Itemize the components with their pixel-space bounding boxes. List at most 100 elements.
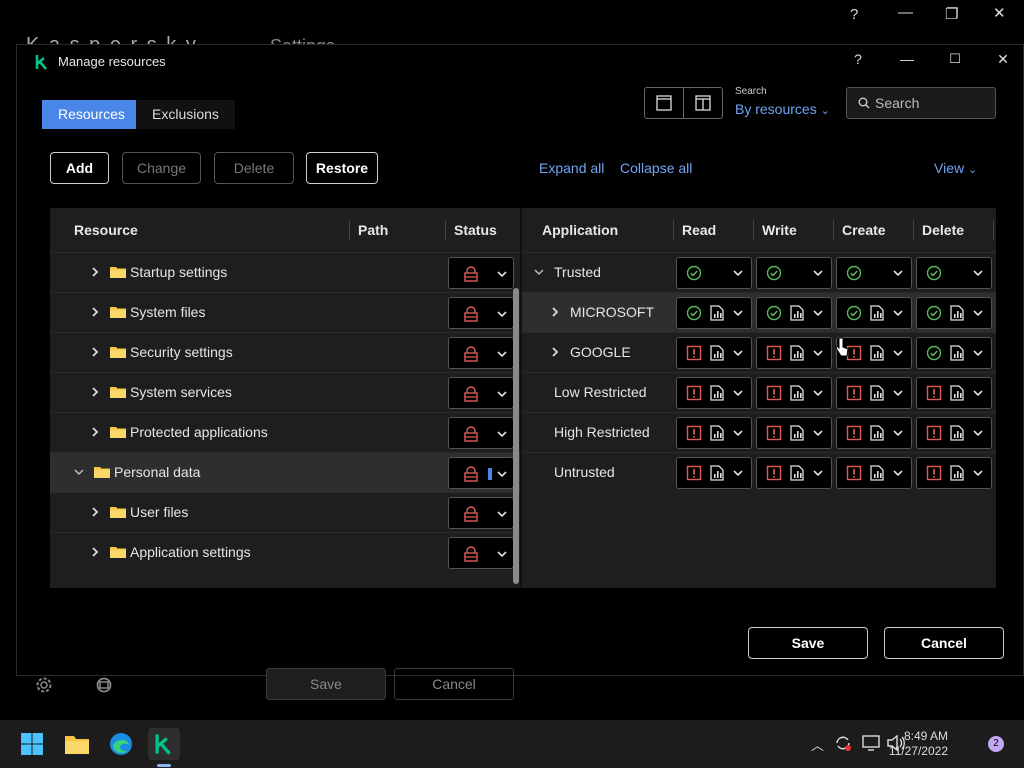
application-row[interactable]: MICROSOFT	[522, 292, 996, 332]
create-permission-dropdown[interactable]	[836, 417, 912, 449]
status-dropdown[interactable]	[448, 497, 514, 529]
gear-icon[interactable]	[35, 676, 53, 694]
create-permission-dropdown[interactable]	[836, 377, 912, 409]
tab-resources[interactable]: Resources	[42, 100, 141, 129]
search-by-dropdown[interactable]: By resources ⌄	[735, 101, 830, 117]
column-header-resource[interactable]: Resource	[74, 208, 138, 252]
chevron-down-icon[interactable]	[74, 465, 84, 479]
chevron-right-icon[interactable]	[550, 345, 560, 359]
search-input[interactable]: Search	[846, 87, 996, 119]
write-permission-dropdown[interactable]	[756, 297, 832, 329]
column-header-read[interactable]: Read	[682, 208, 716, 252]
column-header-status[interactable]: Status	[454, 208, 497, 252]
chevron-right-icon[interactable]	[550, 305, 560, 319]
background-minimize-button[interactable]: —	[898, 4, 913, 21]
application-row[interactable]: High Restricted	[522, 412, 996, 452]
application-row[interactable]: Low Restricted	[522, 372, 996, 412]
background-cancel-button[interactable]: Cancel	[394, 668, 514, 700]
delete-permission-dropdown[interactable]	[916, 337, 992, 369]
chevron-right-icon[interactable]	[90, 505, 100, 519]
status-dropdown[interactable]	[448, 417, 514, 449]
resource-row[interactable]: System files	[50, 292, 520, 332]
add-button[interactable]: Add	[50, 152, 109, 184]
resource-row[interactable]: Personal data	[50, 452, 520, 492]
status-dropdown[interactable]	[448, 337, 514, 369]
sync-icon[interactable]	[834, 734, 852, 752]
resource-row[interactable]: Startup settings	[50, 252, 520, 292]
system-clock[interactable]: 8:49 AM 11/27/2022	[889, 729, 948, 759]
network-icon[interactable]	[861, 734, 881, 752]
file-explorer-button[interactable]	[61, 728, 93, 760]
status-dropdown[interactable]	[448, 457, 514, 489]
read-permission-dropdown[interactable]	[676, 297, 752, 329]
edge-browser-button[interactable]	[105, 728, 137, 760]
resource-row[interactable]: System services	[50, 372, 520, 412]
background-close-button[interactable]: ✕	[993, 4, 1006, 22]
resource-row[interactable]: Application settings	[50, 532, 520, 572]
chevron-right-icon[interactable]	[90, 425, 100, 439]
restore-button[interactable]: Restore	[306, 152, 378, 184]
read-permission-dropdown[interactable]	[676, 457, 752, 489]
start-button[interactable]	[16, 728, 48, 760]
split-pane-view-button[interactable]	[684, 88, 722, 118]
read-permission-dropdown[interactable]	[676, 377, 752, 409]
chevron-right-icon[interactable]	[90, 385, 100, 399]
support-icon[interactable]	[95, 676, 113, 694]
background-help-button[interactable]: ?	[850, 6, 858, 23]
resource-tree-scrollbar[interactable]	[513, 288, 519, 584]
single-pane-view-button[interactable]	[645, 88, 684, 118]
create-permission-dropdown[interactable]	[836, 457, 912, 489]
column-header-delete[interactable]: Delete	[922, 208, 964, 252]
chevron-right-icon[interactable]	[90, 545, 100, 559]
delete-permission-dropdown[interactable]	[916, 257, 992, 289]
chevron-right-icon[interactable]	[90, 265, 100, 279]
column-header-application[interactable]: Application	[542, 208, 618, 252]
chevron-down-icon[interactable]	[534, 265, 544, 279]
notification-badge[interactable]: 2	[988, 736, 1004, 752]
minimize-button[interactable]: —	[892, 51, 922, 67]
read-permission-dropdown[interactable]	[676, 257, 752, 289]
resource-row[interactable]: User files	[50, 492, 520, 532]
delete-permission-dropdown[interactable]	[916, 297, 992, 329]
read-permission-dropdown[interactable]	[676, 337, 752, 369]
delete-permission-dropdown[interactable]	[916, 417, 992, 449]
background-maximize-button[interactable]: ❐	[945, 5, 958, 23]
chevron-right-icon[interactable]	[90, 305, 100, 319]
cancel-button[interactable]: Cancel	[884, 627, 1004, 659]
chevron-right-icon[interactable]	[90, 345, 100, 359]
help-button[interactable]: ?	[843, 51, 873, 67]
delete-button[interactable]: Delete	[214, 152, 294, 184]
expand-all-link[interactable]: Expand all	[539, 160, 604, 176]
resource-row[interactable]: Protected applications	[50, 412, 520, 452]
background-save-button[interactable]: Save	[266, 668, 386, 700]
write-permission-dropdown[interactable]	[756, 377, 832, 409]
application-row[interactable]: Trusted	[522, 252, 996, 292]
status-dropdown[interactable]	[448, 297, 514, 329]
application-row[interactable]: Untrusted	[522, 452, 996, 492]
column-header-path[interactable]: Path	[358, 208, 388, 252]
status-dropdown[interactable]	[448, 537, 514, 569]
chevron-up-icon[interactable]: ︿	[811, 735, 824, 754]
resource-row[interactable]: Security settings	[50, 332, 520, 372]
write-permission-dropdown[interactable]	[756, 457, 832, 489]
delete-permission-dropdown[interactable]	[916, 457, 992, 489]
application-row[interactable]: GOOGLE	[522, 332, 996, 372]
status-dropdown[interactable]	[448, 257, 514, 289]
change-button[interactable]: Change	[122, 152, 201, 184]
view-menu[interactable]: View ⌄	[934, 160, 977, 176]
collapse-all-link[interactable]: Collapse all	[620, 160, 692, 176]
create-permission-dropdown[interactable]	[836, 257, 912, 289]
kaspersky-taskbar-button[interactable]	[148, 728, 180, 760]
column-header-write[interactable]: Write	[762, 208, 797, 252]
write-permission-dropdown[interactable]	[756, 417, 832, 449]
column-header-create[interactable]: Create	[842, 208, 886, 252]
tab-exclusions[interactable]: Exclusions	[136, 100, 235, 129]
read-permission-dropdown[interactable]	[676, 417, 752, 449]
delete-permission-dropdown[interactable]	[916, 377, 992, 409]
maximize-button[interactable]: ☐	[940, 51, 970, 67]
close-button[interactable]: ✕	[988, 51, 1018, 68]
create-permission-dropdown[interactable]	[836, 297, 912, 329]
write-permission-dropdown[interactable]	[756, 257, 832, 289]
save-button[interactable]: Save	[748, 627, 868, 659]
write-permission-dropdown[interactable]	[756, 337, 832, 369]
